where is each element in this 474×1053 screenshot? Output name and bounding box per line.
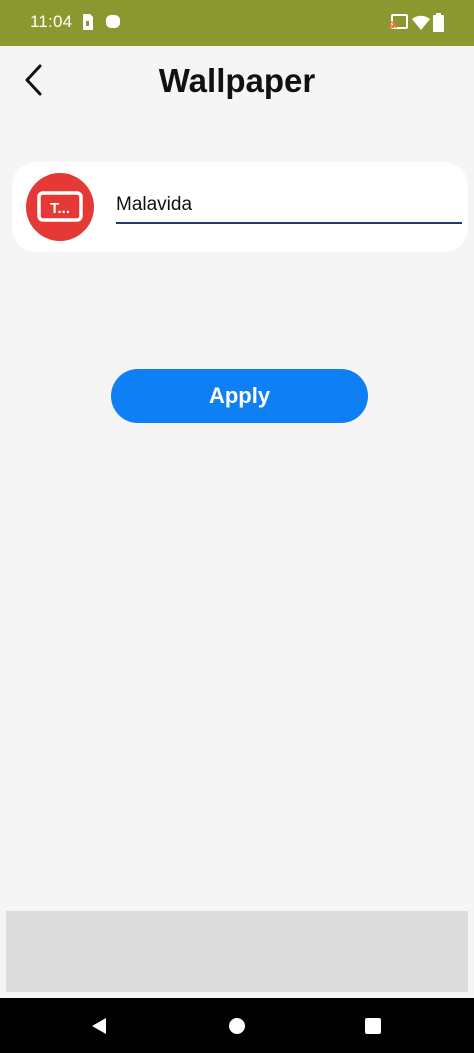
battery-icon: [433, 13, 444, 33]
app-header: Wallpaper: [0, 46, 474, 118]
status-time: 11:04: [30, 12, 73, 31]
wifi-icon: [411, 13, 431, 33]
back-triangle-icon: [92, 1017, 106, 1034]
cast-icon: [389, 13, 409, 33]
status-bar: 11:04: [0, 0, 474, 46]
navigation-bar: [0, 998, 474, 1053]
text-message-app-icon[interactable]: T...: [26, 173, 94, 241]
name-input[interactable]: [116, 192, 462, 224]
nav-home-button[interactable]: [207, 998, 267, 1053]
app-card: T...: [12, 162, 468, 252]
home-circle-icon: [229, 1017, 245, 1034]
sim-card-icon: [81, 13, 94, 33]
nav-recents-button[interactable]: [343, 998, 403, 1053]
apply-button[interactable]: Apply: [111, 369, 368, 423]
app-icon-text: T...: [50, 200, 70, 217]
ad-banner[interactable]: [6, 911, 468, 992]
nav-back-button[interactable]: [69, 998, 129, 1053]
recents-square-icon: [365, 1017, 381, 1034]
page-title: Wallpaper: [158, 62, 316, 99]
notification-dot-icon: [105, 13, 121, 33]
